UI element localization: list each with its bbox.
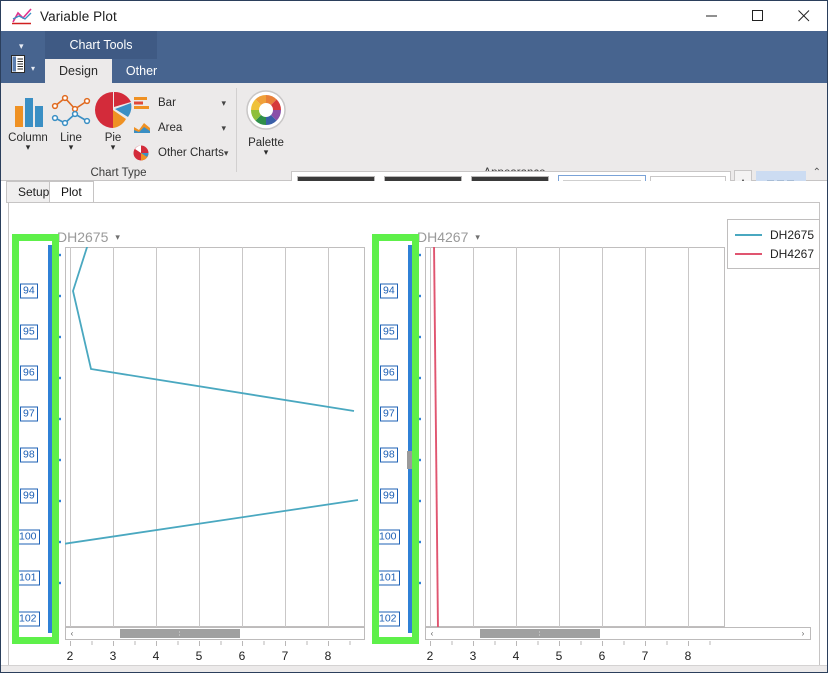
- area-chart-dropdown-icon[interactable]: ▾: [221, 123, 226, 134]
- scroll-left-arrow-dh2675[interactable]: ‹: [66, 629, 78, 638]
- area-chart-label: Area: [158, 122, 182, 134]
- palette-icon: [245, 89, 287, 136]
- x-tick-right-2: 2: [427, 649, 434, 663]
- panel-title-dh4267-dropdown-icon[interactable]: ▾: [475, 232, 480, 243]
- variable-plot-window: Variable Plot ▾: [0, 0, 828, 673]
- scroll-thumb-dh4267[interactable]: ∶: [480, 629, 600, 638]
- ribbon-tab-strip: ▾ ▾ Chart Tools Design Othe: [1, 31, 827, 83]
- column-chart-icon: [6, 90, 50, 130]
- ribbon-group-chart-type: Column ▾: [1, 83, 236, 181]
- quick-access-toolbar: ▾ ▾: [1, 31, 45, 83]
- legend-entry-dh4267: DH4267: [735, 244, 819, 263]
- x-tick-left-5: 5: [196, 649, 203, 663]
- x-tick-right-3: 3: [470, 649, 477, 663]
- legend-label-dh4267: DH4267: [770, 247, 814, 261]
- contextual-tab-group-chart-tools: Chart Tools: [45, 31, 157, 59]
- x-tick-right-8: 8: [685, 649, 692, 663]
- x-tick-left-7: 7: [282, 649, 289, 663]
- window-title: Variable Plot: [40, 9, 117, 24]
- panel-title-dh4267[interactable]: DH4267 ▾: [417, 229, 480, 245]
- palette-dropdown-icon[interactable]: ▾: [264, 149, 269, 156]
- x-tick-left-2: 2: [67, 649, 74, 663]
- x-tick-left-8: 8: [325, 649, 332, 663]
- minimize-button[interactable]: [689, 1, 735, 31]
- ribbon-group-appearance: Appearance: [237, 83, 792, 181]
- line-chart-dropdown-icon[interactable]: ▾: [69, 144, 74, 151]
- chart-type-group-label: Chart Type: [1, 167, 236, 179]
- window-controls: [689, 1, 827, 31]
- line-chart-icon: [49, 90, 93, 130]
- panel-title-dh2675-dropdown-icon[interactable]: ▾: [115, 232, 120, 243]
- chart-legend: DH2675 DH4267: [727, 219, 820, 269]
- legend-swatch-dh2675: [735, 234, 762, 236]
- variable-plot-icon: [11, 7, 33, 25]
- plot-area-dh2675[interactable]: [65, 247, 365, 627]
- pie-chart-dropdown-icon[interactable]: ▾: [111, 144, 116, 151]
- area-chart-button[interactable]: Area ▾: [132, 116, 226, 140]
- x-tick-left-6: 6: [239, 649, 246, 663]
- tab-other[interactable]: Other: [112, 59, 171, 83]
- maximize-button[interactable]: [735, 1, 781, 31]
- scroll-right-arrow-dh4267[interactable]: ›: [797, 629, 809, 638]
- other-charts-label: Other Charts: [158, 147, 224, 159]
- title-bar: Variable Plot: [1, 1, 827, 31]
- scroll-left-arrow-dh4267[interactable]: ‹: [426, 629, 438, 638]
- x-tick-right-4: 4: [513, 649, 520, 663]
- x-tick-left-3: 3: [110, 649, 117, 663]
- x-tick-left-4: 4: [153, 649, 160, 663]
- horizontal-scrollbar-dh4267[interactable]: ‹ ∶ ›: [425, 627, 811, 640]
- area-chart-icon: [132, 119, 152, 137]
- collapse-ribbon-icon[interactable]: ⌃: [813, 167, 821, 178]
- legend-entry-dh2675: DH2675: [735, 225, 819, 244]
- plot-area-dh4267[interactable]: [425, 247, 725, 627]
- bar-chart-icon: [132, 94, 152, 112]
- other-charts-dropdown-icon[interactable]: ▾: [224, 148, 229, 159]
- horizontal-scrollbar-dh2675[interactable]: ‹ ∶: [65, 627, 365, 640]
- palette-button[interactable]: Palette ▾: [244, 89, 288, 161]
- document-menu-caret-icon[interactable]: ▾: [31, 64, 35, 73]
- bar-chart-button[interactable]: Bar ▾: [132, 91, 226, 115]
- x-tick-right-7: 7: [642, 649, 649, 663]
- x-tick-right-5: 5: [556, 649, 563, 663]
- document-menu-icon[interactable]: [11, 55, 29, 74]
- pie-chart-button[interactable]: Pie ▾: [89, 87, 137, 161]
- ribbon-body: Column ▾: [1, 83, 827, 181]
- bar-chart-label: Bar: [158, 97, 176, 109]
- other-charts-button[interactable]: Other Charts ▾: [132, 141, 226, 165]
- tab-plot[interactable]: Plot: [49, 181, 94, 203]
- column-chart-dropdown-icon[interactable]: ▾: [26, 144, 31, 151]
- depth-axis-highlight-right: [372, 234, 419, 644]
- inner-tab-strip: Setup Plot: [1, 181, 827, 203]
- x-axis-ticks-left: [65, 641, 365, 649]
- legend-label-dh2675: DH2675: [770, 228, 814, 242]
- plot-panel: DH2675 DH4267 DH2675 ▾: [8, 202, 820, 666]
- column-chart-button[interactable]: Column ▾: [4, 87, 52, 161]
- legend-swatch-dh4267: [735, 253, 762, 255]
- close-button[interactable]: [781, 1, 827, 31]
- tab-design[interactable]: Design: [45, 59, 112, 83]
- x-axis-ticks-right: [425, 641, 725, 649]
- scroll-thumb-dh2675[interactable]: ∶: [120, 629, 240, 638]
- bar-chart-dropdown-icon[interactable]: ▾: [221, 98, 226, 109]
- x-tick-right-6: 6: [599, 649, 606, 663]
- panel-title-dh2675[interactable]: DH2675 ▾: [57, 229, 120, 245]
- other-charts-icon: [132, 144, 152, 162]
- status-bar: [1, 665, 827, 672]
- line-chart-button[interactable]: Line ▾: [47, 87, 95, 161]
- ribbon-tabs: Design Other: [45, 59, 171, 83]
- depth-axis-highlight-left: [12, 234, 59, 644]
- pie-chart-icon: [91, 90, 135, 130]
- quick-access-caret-icon[interactable]: ▾: [19, 41, 24, 52]
